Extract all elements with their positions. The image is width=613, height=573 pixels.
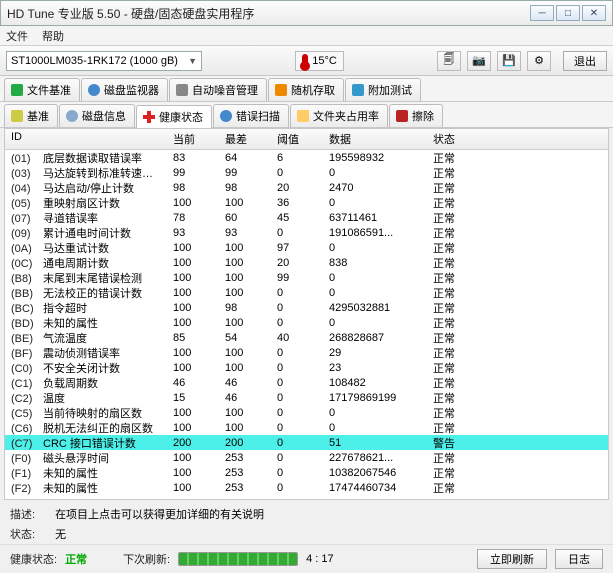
tab-aam[interactable]: 自动噪音管理 <box>169 78 267 101</box>
tab-disk-info[interactable]: 磁盘信息 <box>59 104 135 127</box>
tab-error-scan[interactable]: 错误扫描 <box>213 104 289 127</box>
tab-disk-monitor[interactable]: 磁盘监视器 <box>81 78 168 101</box>
copy-button[interactable]: 🗐 <box>437 51 461 71</box>
table-body[interactable]: (01)底层数据读取错误率83646195598932正常(03)马达旋转到标准… <box>5 150 608 496</box>
table-header: ID 当前 最差 阈值 数据 状态 <box>5 129 608 150</box>
window-title: HD Tune 专业版 5.50 - 硬盘/固态硬盘实用程序 <box>7 5 254 22</box>
monitor-icon <box>88 84 100 96</box>
folder-icon <box>297 110 309 122</box>
col-id[interactable]: ID <box>5 129 167 149</box>
chevron-down-icon: ▼ <box>188 56 197 66</box>
temperature-indicator: 15°C <box>295 51 344 71</box>
desc-label: 描述: <box>10 506 35 522</box>
thermometer-icon <box>302 54 308 68</box>
tab-folder-usage[interactable]: 文件夹占用率 <box>290 104 388 127</box>
tab-benchmark[interactable]: 基准 <box>4 104 58 127</box>
disk-icon <box>66 110 78 122</box>
toolbar: ST1000LM035-1RK172 (1000 gB) ▼ 15°C 🗐 📷 … <box>0 46 613 76</box>
status-text: 无 <box>55 526 66 542</box>
redcross-icon <box>143 111 155 123</box>
tab-extra-tests[interactable]: 附加测试 <box>345 78 421 101</box>
tabs-row-2: 基准 磁盘信息 健康状态 错误扫描 文件夹占用率 擦除 <box>0 102 613 128</box>
refresh-time: 4 : 17 <box>306 553 334 565</box>
wrench-icon <box>176 84 188 96</box>
smart-table: ID 当前 最差 阈值 数据 状态 (01)底层数据读取错误率836461955… <box>4 128 609 500</box>
titlebar: HD Tune 专业版 5.50 - 硬盘/固态硬盘实用程序 ─ □ ✕ <box>0 0 613 26</box>
save-button[interactable]: 💾 <box>497 51 521 71</box>
log-button[interactable]: 日志 <box>555 549 603 569</box>
chart-icon <box>11 84 23 96</box>
key-icon <box>11 110 23 122</box>
random-icon <box>275 84 287 96</box>
table-row[interactable]: (FE)未知的属性10010000正常 <box>5 495 608 496</box>
tab-random-access[interactable]: 随机存取 <box>268 78 344 101</box>
description-block: 描述: 在项目上点击可以获得更加详细的有关说明 状态: 无 <box>10 506 603 542</box>
tab-erase[interactable]: 擦除 <box>389 104 443 127</box>
window-controls: ─ □ ✕ <box>530 5 606 21</box>
col-threshold[interactable]: 阈值 <box>271 129 323 149</box>
temperature-value: 15°C <box>312 55 337 67</box>
extra-icon <box>352 84 364 96</box>
refresh-now-button[interactable]: 立即刷新 <box>477 549 547 569</box>
maximize-button[interactable]: □ <box>556 5 580 21</box>
settings-button[interactable]: ⚙ <box>527 51 551 71</box>
exit-button[interactable]: 退出 <box>563 51 607 71</box>
drive-select-value: ST1000LM035-1RK172 (1000 gB) <box>11 55 178 67</box>
menubar: 文件 帮助 <box>0 26 613 46</box>
col-worst[interactable]: 最差 <box>219 129 271 149</box>
col-data[interactable]: 数据 <box>323 129 427 149</box>
desc-text: 在项目上点击可以获得更加详细的有关说明 <box>55 506 264 522</box>
drive-select[interactable]: ST1000LM035-1RK172 (1000 gB) ▼ <box>6 51 202 71</box>
status-label: 状态: <box>10 526 35 542</box>
health-value: 正常 <box>65 551 87 567</box>
magnifier-icon <box>220 110 232 122</box>
screenshot-button[interactable]: 📷 <box>467 51 491 71</box>
tabs-row-1: 文件基准 磁盘监视器 自动噪音管理 随机存取 附加测试 <box>0 76 613 102</box>
col-current[interactable]: 当前 <box>167 129 219 149</box>
menu-file[interactable]: 文件 <box>6 28 28 44</box>
close-button[interactable]: ✕ <box>582 5 606 21</box>
tab-health[interactable]: 健康状态 <box>136 105 212 128</box>
health-label: 健康状态: <box>10 551 57 567</box>
minimize-button[interactable]: ─ <box>530 5 554 21</box>
erase-icon <box>396 110 408 122</box>
refresh-progress <box>178 552 298 566</box>
bottom-bar: 健康状态: 正常 下次刷新: 4 : 17 立即刷新 日志 <box>0 544 613 573</box>
menu-help[interactable]: 帮助 <box>42 28 64 44</box>
col-status[interactable]: 状态 <box>427 129 507 149</box>
tab-file-benchmark[interactable]: 文件基准 <box>4 78 80 101</box>
next-refresh-label: 下次刷新: <box>123 551 170 567</box>
